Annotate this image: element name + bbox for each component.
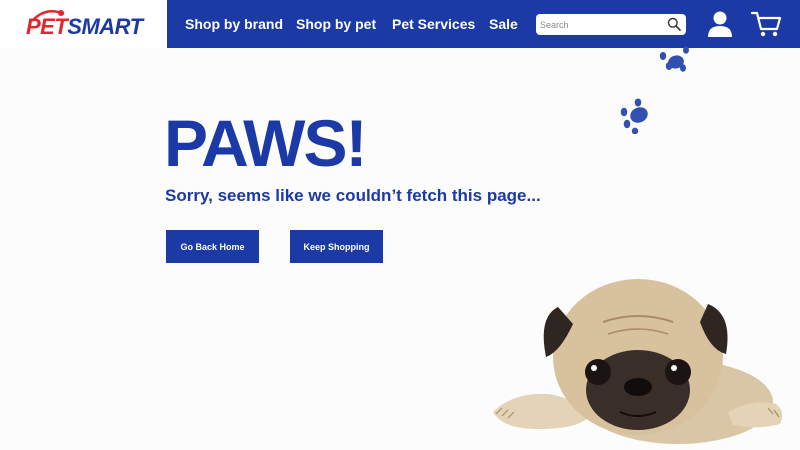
paw-print-icon bbox=[620, 98, 648, 134]
nav-pet-services[interactable]: Pet Services bbox=[392, 15, 475, 33]
logo-wordmark: PETSMART bbox=[26, 14, 143, 40]
sad-pug-image bbox=[493, 279, 783, 444]
search-icon[interactable] bbox=[667, 17, 681, 31]
go-back-home-button[interactable]: Go Back Home bbox=[166, 230, 259, 263]
logo-text-pet: PET bbox=[26, 14, 68, 39]
error-message: Sorry, seems like we couldn’t fetch this… bbox=[165, 186, 541, 205]
keep-shopping-button[interactable]: Keep Shopping bbox=[290, 230, 383, 263]
petsmart-logo[interactable]: PETSMART bbox=[26, 9, 143, 40]
error-headline: PAWS! bbox=[164, 106, 367, 180]
shopping-cart-icon[interactable] bbox=[751, 10, 783, 38]
logo-area: PETSMART bbox=[0, 0, 168, 48]
user-account-icon[interactable] bbox=[705, 10, 735, 38]
search-input[interactable] bbox=[540, 16, 662, 33]
logo-text-smart: SMART bbox=[67, 14, 143, 39]
nav-sale[interactable]: Sale bbox=[489, 15, 518, 33]
nav-shop-by-pet[interactable]: Shop by pet bbox=[296, 15, 376, 33]
search-box bbox=[536, 14, 686, 35]
main-navbar: Shop by brand Shop by pet Pet Services S… bbox=[167, 0, 800, 48]
nav-shop-by-brand[interactable]: Shop by brand bbox=[185, 15, 283, 33]
paw-print-icon bbox=[659, 46, 689, 72]
